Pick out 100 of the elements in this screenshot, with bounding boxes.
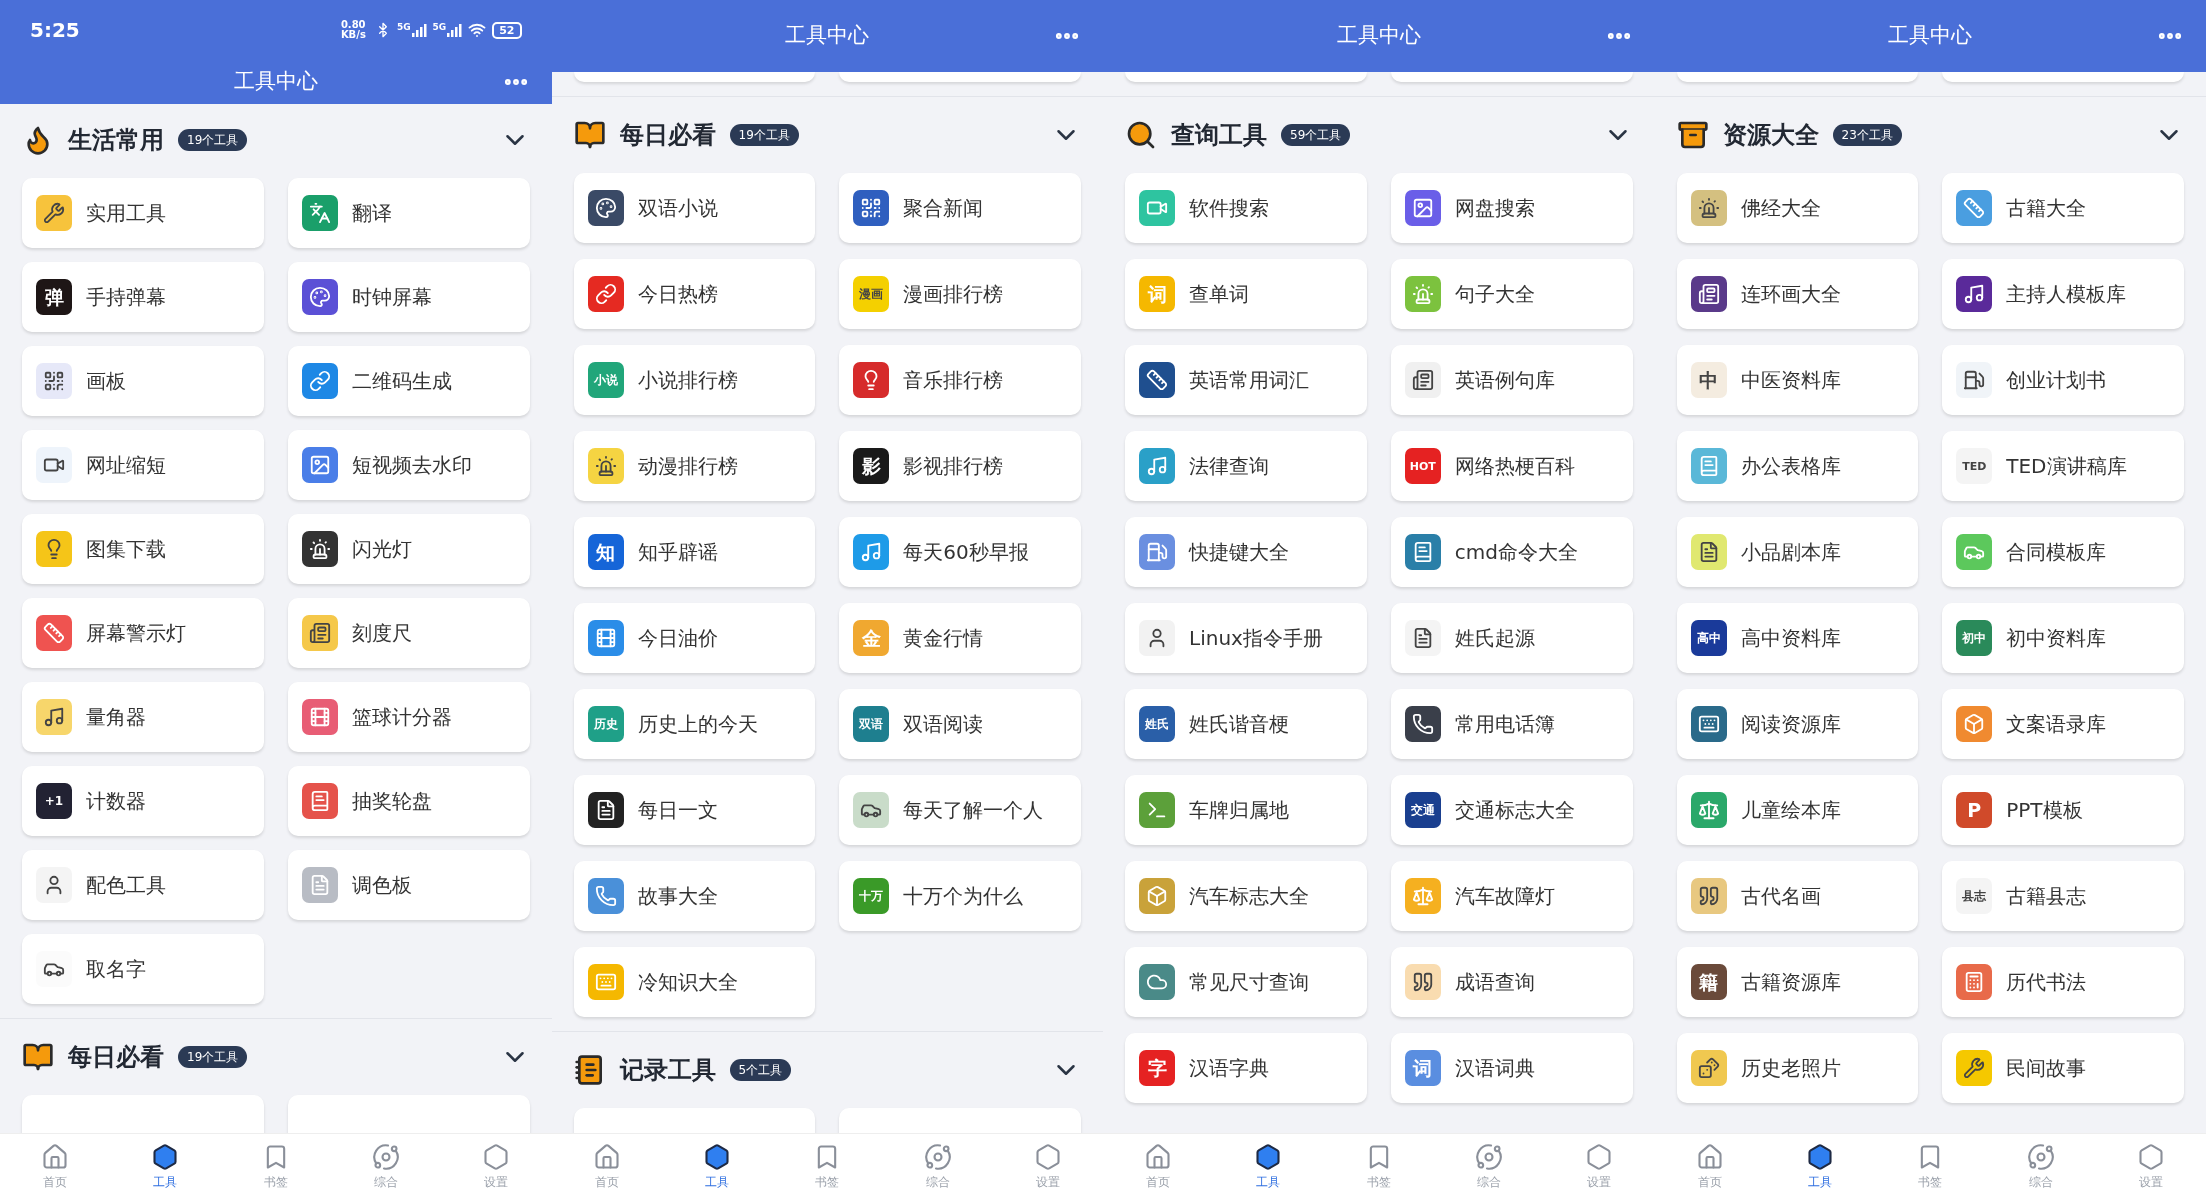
tool-card[interactable]: TED TED演讲稿库 xyxy=(1942,431,2184,501)
tool-card[interactable]: 取名字 xyxy=(22,934,264,1004)
tool-card[interactable]: 常见尺寸查询 xyxy=(1125,947,1367,1017)
tool-card[interactable]: 图集下载 xyxy=(22,514,264,584)
tool-card[interactable]: 姓氏 姓氏谐音梗 xyxy=(1125,689,1367,759)
tool-card[interactable]: 故事大全 xyxy=(573,861,816,931)
tool-card[interactable]: 闪光灯 xyxy=(287,514,530,584)
tool-card[interactable]: 民间故事 xyxy=(1942,1033,2184,1103)
tool-card[interactable]: 刻度尺 xyxy=(287,598,530,668)
tool-card[interactable]: 儿童绘本库 xyxy=(1676,775,1919,845)
tool-card[interactable]: 抽奖轮盘 xyxy=(287,766,530,836)
tool-card[interactable]: 冷知识大全 xyxy=(573,947,816,1017)
tool-card[interactable]: 网址缩短 xyxy=(22,430,264,500)
tool-card[interactable]: 法律查询 xyxy=(1125,431,1367,501)
tool-name: 每天60秒早报 xyxy=(903,539,1029,566)
tool-card[interactable]: 词 汉语词典 xyxy=(1390,1033,1633,1103)
tool-card[interactable]: 知 知乎辟谣 xyxy=(573,517,816,587)
tool-name: 聚合新闻 xyxy=(903,195,984,222)
tool-card[interactable]: Linux指令手册 xyxy=(1125,603,1367,673)
tool-name: 小说排行榜 xyxy=(637,367,738,394)
tool-card[interactable]: 翻译 xyxy=(287,178,530,248)
tool-card[interactable]: 阅读资源库 xyxy=(1676,689,1919,759)
tool-card[interactable]: 二维码生成 xyxy=(287,346,530,416)
tool-card[interactable]: 篮球计分器 xyxy=(287,682,530,752)
tool-card[interactable]: 双语小说 xyxy=(573,173,816,243)
tool-card[interactable]: 办公表格库 xyxy=(1676,431,1919,501)
tool-card[interactable]: 句子大全 xyxy=(1390,259,1633,329)
tool-card[interactable]: 每天60秒早报 xyxy=(839,517,1081,587)
tool-card[interactable]: 小品剧本库 xyxy=(1676,517,1919,587)
tool-card[interactable]: 字 汉语字典 xyxy=(1125,1033,1367,1103)
tool-card[interactable]: P PPT模板 xyxy=(1942,775,2184,845)
tool-card[interactable]: 金 黄金行情 xyxy=(839,603,1081,673)
tool-card[interactable]: 调色板 xyxy=(287,850,530,920)
tool-card[interactable]: 汽车标志大全 xyxy=(1125,861,1367,931)
tool-card[interactable]: 聚合新闻 xyxy=(839,173,1081,243)
tool-card[interactable]: 小说 小说排行榜 xyxy=(573,345,816,415)
tool-card[interactable]: 创业计划书 xyxy=(1942,345,2184,415)
page-title: 工具中心 xyxy=(233,68,318,96)
tool-card[interactable]: 时钟屏幕 xyxy=(287,262,530,332)
tool-card[interactable]: 常用电话簿 xyxy=(1390,689,1633,759)
tool-card[interactable]: 主持人模板库 xyxy=(1942,259,2184,329)
tool-card[interactable]: 今日油价 xyxy=(573,603,816,673)
tool-card[interactable]: 高中 高中资料库 xyxy=(1676,603,1919,673)
tool-card[interactable]: 配色工具 xyxy=(22,850,264,920)
tool-card[interactable]: +1 计数器 xyxy=(22,766,264,836)
tool-card[interactable]: 成语查询 xyxy=(1390,947,1633,1017)
tool-card[interactable]: 今日热榜 xyxy=(573,259,816,329)
tool-card[interactable]: 英语例句库 xyxy=(1390,345,1633,415)
tool-card[interactable]: 十万 十万个为什么 xyxy=(839,861,1081,931)
tool-card[interactable]: cmd命令大全 xyxy=(1390,517,1633,587)
app-icon: 双语 xyxy=(853,706,890,742)
tool-card[interactable]: 文案语录库 xyxy=(1942,689,2184,759)
tool-card[interactable]: 动漫排行榜 xyxy=(573,431,816,501)
tool-card[interactable]: 合同模板库 xyxy=(1942,517,2184,587)
tool-name: cmd命令大全 xyxy=(1454,539,1578,566)
tool-card[interactable]: 词 查单词 xyxy=(1125,259,1367,329)
tool-card[interactable]: 弹 手持弹幕 xyxy=(22,262,264,332)
tool-card[interactable]: 历史 历史上的今天 xyxy=(573,689,816,759)
tool-card[interactable]: 量角器 xyxy=(22,682,264,752)
tool-card[interactable]: 音乐排行榜 xyxy=(839,345,1081,415)
nav-tab[interactable]: 工具 xyxy=(130,1143,201,1191)
tool-card[interactable]: 短视频去水印 xyxy=(287,430,530,500)
settings-icon xyxy=(2136,1143,2165,1171)
tool-card[interactable]: 英语常用词汇 xyxy=(1125,345,1367,415)
tool-name: 知乎辟谣 xyxy=(637,539,718,566)
tool-card[interactable]: 漫画 漫画排行榜 xyxy=(839,259,1081,329)
tool-card[interactable]: 佛经大全 xyxy=(1676,173,1919,243)
tool-card[interactable]: 每日一文 xyxy=(573,775,816,845)
tool-card[interactable]: 交通 交通标志大全 xyxy=(1390,775,1633,845)
tool-card[interactable]: 县志 古籍县志 xyxy=(1942,861,2184,931)
tool-card[interactable]: 双语 双语阅读 xyxy=(839,689,1081,759)
app-icon: 金 xyxy=(853,620,890,656)
tool-card[interactable]: 初中 初中资料库 xyxy=(1942,603,2184,673)
tool-card[interactable]: 每天了解一个人 xyxy=(839,775,1081,845)
tool-card[interactable]: 网盘搜索 xyxy=(1390,173,1633,243)
tool-card[interactable]: 快捷键大全 xyxy=(1125,517,1367,587)
nav-tab[interactable]: 工具 xyxy=(681,1143,752,1191)
tool-card[interactable]: 软件搜索 xyxy=(1125,173,1367,243)
tool-card[interactable]: 车牌归属地 xyxy=(1125,775,1367,845)
tool-card[interactable]: 籍 古籍资源库 xyxy=(1676,947,1919,1017)
tool-name: 黄金行情 xyxy=(903,625,984,652)
tool-name: PPT模板 xyxy=(2006,797,2083,824)
tool-card[interactable]: 中 中医资料库 xyxy=(1676,345,1919,415)
tool-card[interactable]: 实用工具 xyxy=(22,178,264,248)
tool-card[interactable]: 连环画大全 xyxy=(1676,259,1919,329)
tool-card[interactable]: 屏幕警示灯 xyxy=(22,598,264,668)
tool-card[interactable]: 汽车故障灯 xyxy=(1390,861,1633,931)
tool-card[interactable]: 古代名画 xyxy=(1676,861,1919,931)
app-icon: 词 xyxy=(1404,1050,1441,1086)
app-icon: 小说 xyxy=(587,362,624,398)
tool-card[interactable]: 姓氏起源 xyxy=(1390,603,1633,673)
tool-card[interactable]: 影 影视排行榜 xyxy=(839,431,1081,501)
nav-tab[interactable]: 工具 xyxy=(1784,1143,1855,1191)
tool-card[interactable]: 历代书法 xyxy=(1942,947,2184,1017)
tool-card[interactable]: HOT 网络热梗百科 xyxy=(1390,431,1633,501)
tool-card[interactable]: 古籍大全 xyxy=(1942,173,2184,243)
tool-card[interactable]: 历史老照片 xyxy=(1676,1033,1919,1103)
tool-name: 历史老照片 xyxy=(1740,1055,1841,1082)
tool-card[interactable]: 画板 xyxy=(22,346,264,416)
nav-tab[interactable]: 工具 xyxy=(1233,1143,1304,1191)
